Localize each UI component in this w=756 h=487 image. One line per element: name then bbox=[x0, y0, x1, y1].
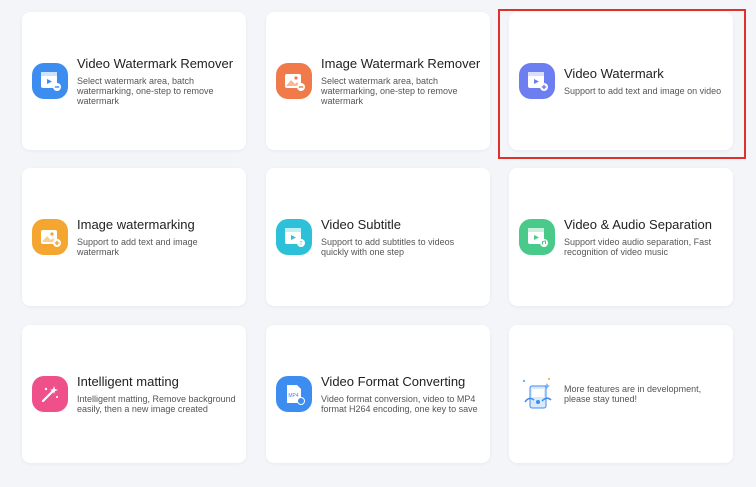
card-description: Select watermark area, batch watermarkin… bbox=[321, 76, 458, 106]
card-description: Intelligent matting, Remove background e… bbox=[77, 394, 236, 414]
card-title: Image Watermark Remover bbox=[321, 56, 481, 71]
card-description: Support to add text and image watermark bbox=[77, 237, 198, 257]
video-subtitle-icon: T bbox=[276, 219, 312, 255]
card-title: Intelligent matting bbox=[77, 374, 179, 389]
mp4-label: MP4 bbox=[288, 393, 299, 399]
video-format-converting-icon: MP4 bbox=[276, 376, 312, 412]
card-video-watermark[interactable]: Video Watermark Support to add text and … bbox=[509, 12, 733, 150]
more-features-text: More features are in development, please… bbox=[564, 384, 702, 404]
card-image-watermarking[interactable]: Image watermarking Support to add text a… bbox=[22, 168, 246, 306]
card-video-audio-separation[interactable]: Video & Audio Separation Support video a… bbox=[509, 168, 733, 306]
card-video-watermark-remover[interactable]: Video Watermark Remover Select watermark… bbox=[22, 12, 246, 150]
development-illustration-icon bbox=[517, 374, 557, 414]
video-audio-separation-icon bbox=[519, 219, 555, 255]
card-title: Video Subtitle bbox=[321, 217, 401, 232]
card-description: Select watermark area, batch watermarkin… bbox=[77, 76, 214, 106]
intelligent-matting-icon bbox=[32, 376, 68, 412]
card-image-watermark-remover[interactable]: Image Watermark Remover Select watermark… bbox=[266, 12, 490, 150]
card-description: Support to add text and image on video bbox=[564, 86, 722, 96]
card-title: Video Watermark Remover bbox=[77, 56, 234, 71]
svg-text:T: T bbox=[299, 241, 302, 247]
card-title: Video Format Converting bbox=[321, 374, 466, 389]
card-title: Video Watermark bbox=[564, 66, 664, 81]
video-watermark-icon bbox=[519, 63, 555, 99]
card-description: Support video audio separation, Fast rec… bbox=[564, 237, 712, 257]
card-intelligent-matting[interactable]: Intelligent matting Intelligent matting,… bbox=[22, 325, 246, 463]
card-video-subtitle[interactable]: T Video Subtitle Support to add subtitle… bbox=[266, 168, 490, 306]
card-title: Image watermarking bbox=[77, 217, 195, 232]
card-video-format-converting[interactable]: MP4 Video Format Converting Video format… bbox=[266, 325, 490, 463]
card-description: Video format conversion, video to MP4 fo… bbox=[321, 394, 478, 414]
image-watermark-remover-icon bbox=[276, 63, 312, 99]
image-watermarking-icon bbox=[32, 219, 68, 255]
card-description: Support to add subtitles to videos quick… bbox=[321, 237, 455, 257]
video-watermark-remover-icon bbox=[32, 63, 68, 99]
card-more-features: More features are in development, please… bbox=[509, 325, 733, 463]
card-title: Video & Audio Separation bbox=[564, 217, 712, 232]
